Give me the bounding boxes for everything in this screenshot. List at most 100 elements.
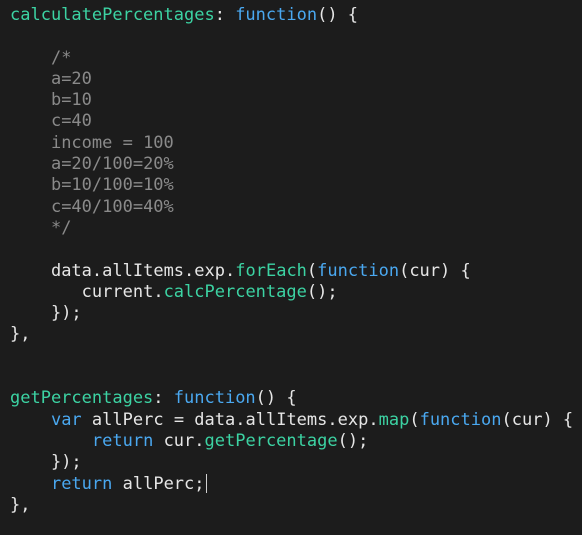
identifier-token: exp: [337, 409, 369, 430]
punctuation-token: [153, 431, 163, 451]
code-line[interactable]: calculatePercentages: function() {: [10, 5, 573, 26]
punctuation-token: .: [184, 260, 195, 281]
comment-token: income = 100: [50, 132, 174, 153]
punctuation-token: [82, 410, 92, 430]
code-line[interactable]: [10, 26, 573, 47]
punctuation-token: (: [399, 260, 410, 281]
method-token: map: [378, 409, 410, 430]
keyword-token: function: [173, 388, 256, 409]
punctuation-token: .: [368, 409, 379, 430]
code-line[interactable]: return allPerc;: [10, 473, 573, 495]
comment-token: */: [50, 217, 72, 238]
identifier-token: exp: [194, 260, 226, 281]
code-line[interactable]: var allPerc = data.allItems.exp.map(func…: [10, 410, 573, 431]
property-token: getPercentages: [10, 388, 154, 409]
comment-token: b=10: [50, 90, 92, 111]
code-line[interactable]: /*: [10, 48, 573, 69]
punctuation-token: () {: [255, 388, 297, 409]
comment-token: b=10/100=10%: [50, 175, 174, 196]
keyword-token: return: [91, 430, 154, 451]
identifier-token: allItems: [102, 260, 185, 281]
code-line[interactable]: },: [10, 495, 573, 516]
code-line[interactable]: },: [10, 324, 573, 345]
punctuation-token: (: [306, 260, 318, 281]
punctuation-token: },: [10, 494, 31, 515]
punctuation-token: .: [153, 281, 164, 302]
code-line[interactable]: });: [10, 452, 573, 473]
parameter-token: cur: [409, 260, 441, 281]
punctuation-token: });: [50, 303, 82, 324]
code-editor[interactable]: calculatePercentages: function() { /* a=…: [0, 0, 582, 535]
code-line[interactable]: income = 100: [10, 133, 573, 154]
code-line[interactable]: [10, 367, 573, 388]
punctuation-token: .: [235, 409, 246, 430]
keyword-token: var: [50, 409, 82, 430]
punctuation-token: (: [501, 409, 512, 430]
comment-token: c=40: [50, 111, 92, 132]
comment-token: /*: [50, 47, 72, 68]
code-line[interactable]: a=20: [10, 69, 573, 90]
keyword-token: return: [50, 473, 113, 494]
code-line[interactable]: c=40: [10, 111, 573, 132]
punctuation-token: [112, 474, 122, 494]
property-token: calculatePercentages: [10, 5, 215, 25]
code-line[interactable]: return cur.getPercentage();: [10, 431, 573, 452]
punctuation-token: =: [163, 409, 195, 430]
punctuation-token: () {: [317, 5, 359, 25]
code-area[interactable]: calculatePercentages: function() { /* a=…: [10, 5, 573, 516]
code-line[interactable]: a=20/100=20%: [10, 154, 573, 175]
punctuation-token: ();: [306, 281, 338, 302]
punctuation-token: ();: [337, 430, 369, 451]
punctuation-token: ) {: [440, 260, 471, 281]
punctuation-token: :: [153, 388, 174, 409]
text-cursor: [205, 473, 207, 493]
keyword-token: function: [419, 409, 502, 430]
identifier-token: current: [81, 281, 154, 302]
comment-token: a=20/100=20%: [50, 154, 174, 175]
code-line[interactable]: c=40/100=40%: [10, 197, 573, 218]
code-line[interactable]: [10, 346, 573, 367]
code-line[interactable]: data.allItems.exp.forEach(function(cur) …: [10, 261, 573, 282]
punctuation-token: },: [10, 324, 31, 345]
code-line[interactable]: });: [10, 303, 573, 324]
code-line[interactable]: */: [10, 218, 573, 239]
comment-token: a=20: [50, 68, 92, 89]
punctuation-token: });: [50, 452, 82, 473]
code-line[interactable]: [10, 239, 573, 260]
identifier-token: data: [50, 260, 92, 281]
punctuation-token: .: [225, 260, 236, 281]
punctuation-token: :: [214, 5, 236, 25]
punctuation-token: ;: [194, 473, 205, 494]
parameter-token: cur: [511, 409, 543, 430]
keyword-token: function: [235, 5, 318, 25]
code-line[interactable]: b=10/100=10%: [10, 175, 573, 196]
punctuation-token: .: [194, 430, 205, 451]
identifier-token: data: [194, 409, 236, 430]
method-token: getPercentage: [204, 430, 338, 451]
identifier-token: cur: [163, 430, 195, 451]
comment-token: c=40/100=40%: [50, 196, 174, 217]
code-line[interactable]: current.calcPercentage();: [10, 282, 573, 303]
keyword-token: function: [317, 260, 400, 281]
identifier-token: allPerc: [91, 409, 164, 430]
code-line[interactable]: b=10: [10, 90, 573, 111]
code-line[interactable]: getPercentages: function() {: [10, 388, 573, 409]
punctuation-token: .: [327, 409, 338, 430]
identifier-token: allPerc: [122, 473, 195, 494]
